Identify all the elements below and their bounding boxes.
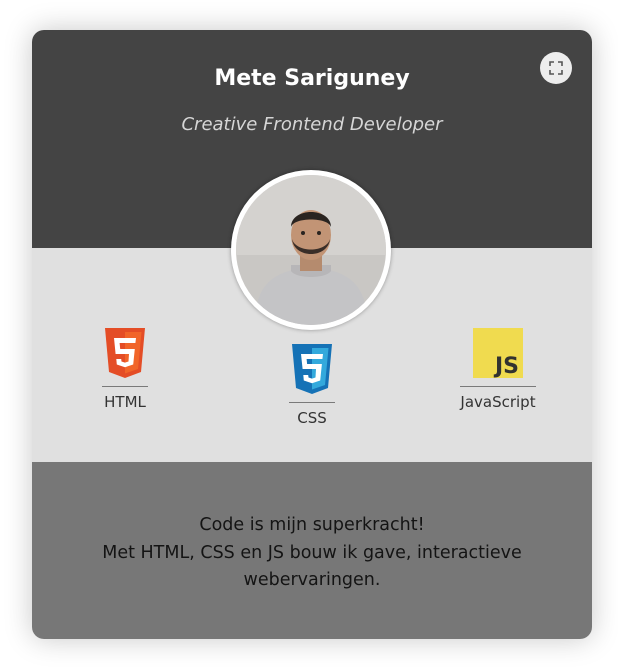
skill-divider [102, 386, 148, 387]
bio-line: Code is mijn superkracht! [199, 515, 425, 535]
skill-label: CSS [297, 409, 327, 427]
skill-label: HTML [104, 393, 146, 411]
bio-text: Code is mijn superkracht! Met HTML, CSS … [32, 512, 592, 595]
js-icon: JS [473, 328, 523, 378]
skill-javascript: JS JavaScript [438, 328, 558, 411]
avatar [231, 170, 391, 330]
profile-role: Creative Frontend Developer [181, 114, 443, 135]
skill-css: CSS [252, 344, 372, 427]
expand-icon [549, 61, 563, 75]
html5-icon [105, 328, 145, 378]
profile-card: Mete Sariguney Creative Frontend Develop… [32, 30, 592, 639]
skill-html: HTML [65, 328, 185, 411]
expand-button[interactable] [540, 52, 572, 84]
css3-icon [292, 344, 332, 394]
skill-divider [460, 386, 536, 387]
bio-line: webervaringen. [243, 570, 381, 590]
profile-name: Mete Sariguney [214, 66, 410, 91]
skill-label: JavaScript [460, 393, 536, 411]
avatar-photo [236, 175, 386, 325]
bio-section: Code is mijn superkracht! Met HTML, CSS … [32, 462, 592, 639]
skill-divider [289, 402, 335, 403]
svg-text:JS: JS [493, 354, 519, 378]
bio-line: Met HTML, CSS en JS bouw ik gave, intera… [102, 542, 522, 563]
